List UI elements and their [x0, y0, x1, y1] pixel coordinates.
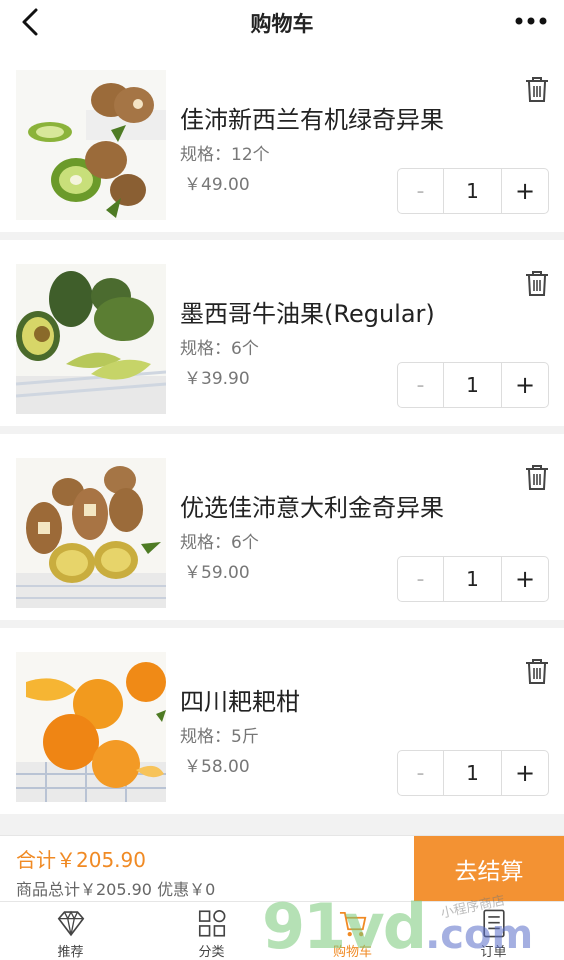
avocado-image: [16, 264, 166, 414]
diamond-icon: [57, 910, 84, 937]
product-price: ￥49.00: [184, 175, 250, 195]
more-dots-icon[interactable]: [514, 11, 548, 31]
product-image-gold-kiwi[interactable]: [16, 458, 166, 608]
quantity-value[interactable]: 1: [444, 557, 502, 601]
quantity-stepper: - 1 +: [397, 362, 549, 408]
product-price: ￥39.90: [184, 369, 250, 389]
tab-recommend[interactable]: 推荐: [0, 902, 141, 960]
quantity-value[interactable]: 1: [444, 169, 502, 213]
decrease-button[interactable]: -: [398, 363, 444, 407]
tab-label: 购物车: [332, 945, 372, 960]
quantity-stepper: - 1 +: [397, 750, 549, 796]
product-spec: 规格：6个: [180, 339, 259, 359]
checkout-button[interactable]: 去结算: [414, 836, 564, 902]
product-price: ￥58.00: [184, 757, 250, 777]
tab-cart[interactable]: 购物车: [282, 902, 423, 960]
kiwi-image: [16, 70, 166, 220]
decrease-button[interactable]: -: [398, 557, 444, 601]
page-title: 购物车: [250, 12, 314, 36]
product-spec: 规格：5斤: [180, 727, 259, 747]
decrease-button[interactable]: -: [398, 751, 444, 795]
increase-button[interactable]: +: [502, 557, 548, 601]
tangerine-image: [16, 652, 166, 802]
tab-label: 订单: [480, 945, 507, 960]
top-navigation-bar: 购物车: [0, 0, 564, 46]
tab-orders[interactable]: 订单: [423, 902, 564, 960]
product-spec: 规格：12个: [180, 145, 270, 165]
cart-subtotal-discount: 商品总计￥205.90 优惠￥0: [16, 880, 216, 899]
increase-button[interactable]: +: [502, 169, 548, 213]
trash-icon[interactable]: [522, 462, 552, 492]
checkout-bar: 合计￥205.90 商品总计￥205.90 优惠￥0 去结算: [0, 835, 564, 902]
trash-icon[interactable]: [522, 74, 552, 104]
quantity-value[interactable]: 1: [444, 751, 502, 795]
tab-label: 推荐: [57, 945, 84, 960]
cart-item: 佳沛新西兰有机绿奇异果 规格：12个 ￥49.00 - 1 +: [0, 46, 564, 232]
product-name[interactable]: 优选佳沛意大利金奇异果: [180, 488, 444, 523]
increase-button[interactable]: +: [502, 363, 548, 407]
product-image-avocado[interactable]: [16, 264, 166, 414]
quantity-stepper: - 1 +: [397, 168, 549, 214]
increase-button[interactable]: +: [502, 751, 548, 795]
decrease-button[interactable]: -: [398, 169, 444, 213]
product-name[interactable]: 墨西哥牛油果(Regular): [180, 294, 435, 329]
quantity-stepper: - 1 +: [397, 556, 549, 602]
grid-icon: [198, 910, 225, 937]
quantity-value[interactable]: 1: [444, 363, 502, 407]
trash-icon[interactable]: [522, 656, 552, 686]
tab-label: 分类: [198, 945, 225, 960]
cart-total: 合计￥205.90: [16, 848, 146, 872]
trash-icon[interactable]: [522, 268, 552, 298]
product-spec: 规格：6个: [180, 533, 259, 553]
product-price: ￥59.00: [184, 563, 250, 583]
tab-category[interactable]: 分类: [141, 902, 282, 960]
cart-item: 墨西哥牛油果(Regular) 规格：6个 ￥39.90 - 1 +: [0, 240, 564, 426]
cart-item: 四川耙耙柑 规格：5斤 ￥58.00 - 1 +: [0, 628, 564, 814]
product-name[interactable]: 佳沛新西兰有机绿奇异果: [180, 100, 444, 135]
order-list-icon: [482, 909, 505, 938]
chevron-left-icon[interactable]: [18, 6, 44, 38]
cart-icon: [339, 911, 366, 937]
cart-item: 优选佳沛意大利金奇异果 规格：6个 ￥59.00 - 1 +: [0, 434, 564, 620]
product-name[interactable]: 四川耙耙柑: [180, 682, 300, 717]
gold-kiwi-image: [16, 458, 166, 608]
bottom-tab-bar: 推荐 分类 购物车 订单: [0, 901, 564, 960]
product-image-kiwi[interactable]: [16, 70, 166, 220]
product-image-tangerine[interactable]: [16, 652, 166, 802]
